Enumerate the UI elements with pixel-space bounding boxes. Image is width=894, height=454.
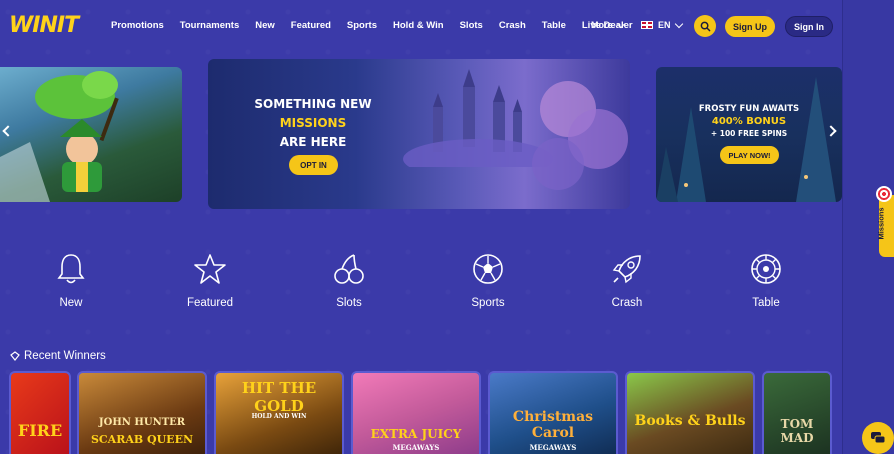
game-tile-christmas-carol[interactable]: Christmas Carol MEGAWAYS xyxy=(488,371,618,454)
game-tile-books-and-bulls[interactable]: Books & Bulls xyxy=(625,371,755,454)
nav-item-crash[interactable]: Crash xyxy=(499,20,526,31)
soccer-ball-icon xyxy=(473,254,503,284)
leprechaun-artwork xyxy=(0,71,119,202)
game-tile-extra-juicy[interactable]: EXTRA JUICY MEGAWAYS xyxy=(351,371,481,454)
game-tile-hit-the-gold[interactable]: HIT THE GOLD HOLD AND WIN xyxy=(214,371,344,454)
category-label: New xyxy=(59,297,83,309)
game-tile-fire[interactable]: FIRE xyxy=(9,371,71,454)
nav-item-tournaments[interactable]: Tournaments xyxy=(180,20,239,31)
nav-item-featured[interactable]: Featured xyxy=(291,20,331,31)
opt-in-button[interactable]: OPT IN xyxy=(289,155,338,175)
chevron-down-icon xyxy=(674,19,683,28)
game-tile-tom-mad[interactable]: TOM MAD xyxy=(762,371,832,454)
more-menu[interactable]: More xyxy=(591,19,625,30)
nav-item-slots[interactable]: Slots xyxy=(460,20,483,31)
nav-item-hold-and-win[interactable]: Hold & Win xyxy=(393,20,444,31)
page: WINIT Promotions Tournaments New Feature… xyxy=(0,0,842,454)
frosty-line-1: FROSTY FUN AWAITS xyxy=(698,104,800,114)
language-label: EN xyxy=(658,20,671,30)
target-icon xyxy=(876,186,892,202)
frosty-line-2: 400% BONUS xyxy=(711,116,787,127)
bell-icon xyxy=(57,254,85,284)
logo-w: W xyxy=(9,13,33,38)
game-title: Christmas Carol xyxy=(512,409,594,441)
game-tile-john-hunter[interactable]: JOHN HUNTER SCARAB QUEEN xyxy=(77,371,207,454)
cherries-icon xyxy=(334,254,364,284)
nav-item-sports[interactable]: Sports xyxy=(347,20,377,31)
rocket-icon xyxy=(612,255,641,284)
game-title: TOM MAD xyxy=(780,417,814,445)
category-label: Slots xyxy=(336,297,362,309)
frosty-banner-text: FROSTY FUN AWAITS 400% BONUS + 100 FREE … xyxy=(656,104,842,138)
game-title: FIRE xyxy=(17,421,63,440)
nav-item-new[interactable]: New xyxy=(255,20,275,31)
game-subtitle: HOLD AND WIN xyxy=(251,413,307,420)
frosty-line-3: + 100 FREE SPINS xyxy=(710,129,788,138)
missions-banner-text: SOMETHING NEW MISSIONS ARE HERE xyxy=(254,95,372,152)
category-label: Featured xyxy=(186,297,234,309)
winit-logo[interactable]: WINIT xyxy=(9,13,79,38)
roulette-icon xyxy=(751,254,781,284)
missions-line-1: SOMETHING NEW xyxy=(254,97,372,111)
nav-item-table[interactable]: Table xyxy=(542,20,566,31)
missions-tab[interactable]: Missions xyxy=(876,195,894,257)
game-title: JOHN HUNTER xyxy=(98,417,186,428)
chevron-down-icon xyxy=(616,19,625,28)
logo-text: INIT xyxy=(32,13,79,38)
game-subtitle: SCARAB QUEEN xyxy=(90,433,194,446)
banner-frosty-fun[interactable]: FROSTY FUN AWAITS 400% BONUS + 100 FREE … xyxy=(656,67,842,202)
clouds-artwork xyxy=(532,81,628,190)
game-title: HIT THE GOLD xyxy=(241,379,317,415)
game-subtitle: MEGAWAYS xyxy=(529,443,577,452)
top-header: WINIT Promotions Tournaments New Feature… xyxy=(0,0,842,52)
sign-up-button[interactable]: Sign Up xyxy=(725,16,775,37)
category-sports[interactable]: Sports xyxy=(448,252,528,309)
category-featured[interactable]: Featured xyxy=(170,252,250,309)
search-button[interactable] xyxy=(694,15,716,37)
chat-icon xyxy=(871,432,886,444)
banner-missions[interactable]: SOMETHING NEW MISSIONS ARE HERE OPT IN xyxy=(208,59,630,209)
category-label: Sports xyxy=(471,297,505,309)
language-selector[interactable]: EN xyxy=(641,19,683,30)
uk-flag-icon xyxy=(641,21,653,29)
sign-in-button[interactable]: Sign In xyxy=(785,16,833,37)
game-title: Books & Bulls xyxy=(634,413,746,429)
nav-item-promotions[interactable]: Promotions xyxy=(111,20,164,31)
category-crash[interactable]: Crash xyxy=(587,252,667,309)
diamond-icon xyxy=(10,351,20,361)
category-new[interactable]: New xyxy=(31,252,111,309)
missions-line-2: MISSIONS xyxy=(279,116,347,130)
main-nav: Promotions Tournaments New Featured Spor… xyxy=(111,20,649,31)
banner-leprechaun[interactable] xyxy=(0,67,182,202)
recent-winners-heading: Recent Winners xyxy=(10,350,106,362)
category-slots[interactable]: Slots xyxy=(309,252,389,309)
recent-winners-title: Recent Winners xyxy=(24,350,106,362)
search-icon xyxy=(700,21,710,31)
category-table[interactable]: Table xyxy=(726,252,806,309)
play-now-button[interactable]: PLAY NOW! xyxy=(720,146,779,164)
game-title: EXTRA JUICY xyxy=(370,427,462,441)
star-icon xyxy=(194,254,226,284)
missions-label: Missions xyxy=(876,207,886,240)
category-label: Table xyxy=(752,297,780,309)
game-subtitle: MEGAWAYS xyxy=(392,443,440,452)
missions-line-3: ARE HERE xyxy=(279,135,347,149)
category-label: Crash xyxy=(611,297,643,309)
live-chat-button[interactable] xyxy=(862,422,894,454)
more-label: More xyxy=(591,20,613,30)
